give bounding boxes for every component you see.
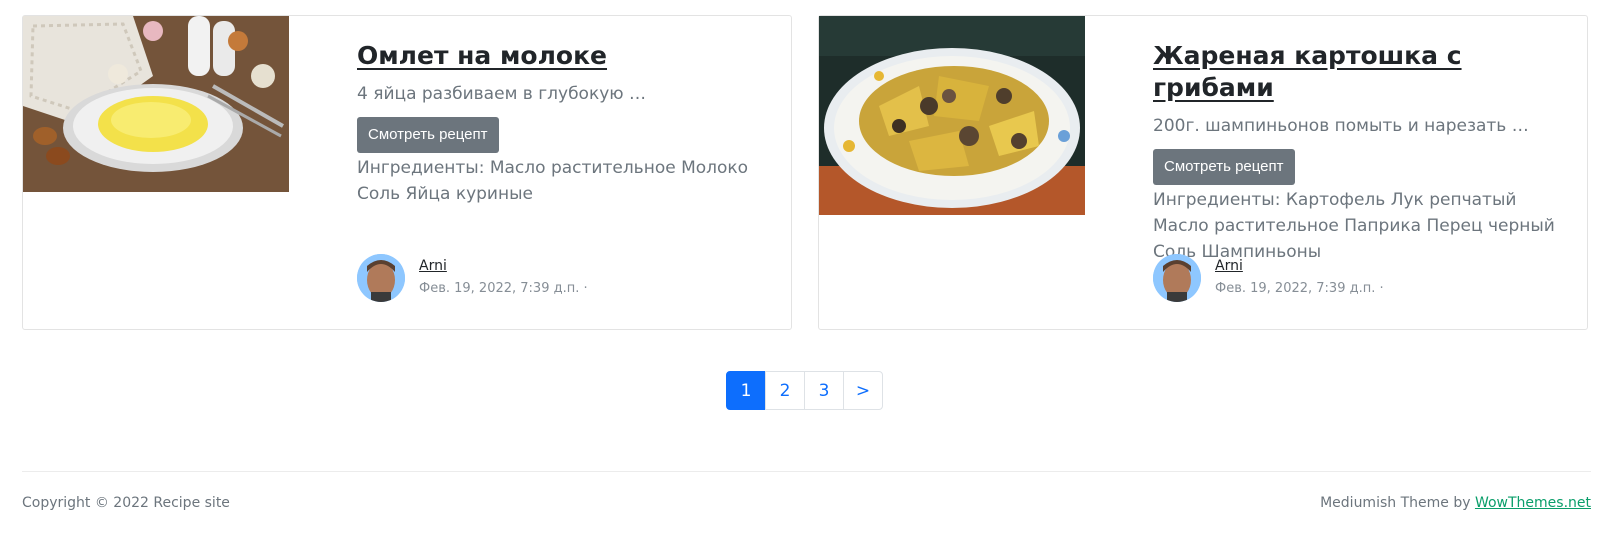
theme-credit-text: Mediumish Theme by xyxy=(1320,495,1471,511)
footer-divider xyxy=(22,471,1591,472)
page-link-2[interactable]: 2 xyxy=(765,371,805,410)
author-name-link[interactable]: Arni xyxy=(1215,258,1243,274)
recipe-image-potatoes[interactable] xyxy=(819,16,1085,215)
page-link-3[interactable]: 3 xyxy=(804,371,844,410)
footer-copyright: Copyright © 2022 Recipe site xyxy=(22,495,230,511)
view-recipe-button[interactable]: Смотреть рецепт xyxy=(1153,149,1295,185)
recipe-excerpt: 4 яйца разбиваем в глубокую … xyxy=(357,84,646,104)
recipe-image-omelette[interactable] xyxy=(23,16,289,192)
wowthemes-link[interactable]: WowThemes.net xyxy=(1475,495,1591,511)
recipe-ingredients: Ингредиенты: Картофель Лук репчатый Масл… xyxy=(1153,190,1555,262)
avatar[interactable] xyxy=(357,254,405,302)
pagination: 1 2 3 > xyxy=(726,371,883,410)
post-date: Фев. 19, 2022, 7:39 д.п. · xyxy=(419,281,588,296)
avatar[interactable] xyxy=(1153,254,1201,302)
recipe-title[interactable]: Омлет на молоке xyxy=(357,40,607,72)
author-name-link[interactable]: Arni xyxy=(419,258,447,274)
recipe-card: Омлет на молоке 4 яйца разбиваем в глубо… xyxy=(22,15,792,330)
recipe-card: Жареная картошка с грибами 200г. шампинь… xyxy=(818,15,1588,330)
post-date: Фев. 19, 2022, 7:39 д.п. · xyxy=(1215,281,1384,296)
recipe-excerpt: 200г. шампиньонов помыть и нарезать … xyxy=(1153,116,1529,136)
recipe-ingredients: Ингредиенты: Масло растительное Молоко С… xyxy=(357,158,749,204)
page-next-link[interactable]: > xyxy=(843,371,883,410)
recipe-title[interactable]: Жареная картошка с грибами xyxy=(1153,40,1567,104)
footer-theme-credit: Mediumish Theme by WowThemes.net xyxy=(1320,495,1591,511)
view-recipe-button[interactable]: Смотреть рецепт xyxy=(357,117,499,153)
page-link-1[interactable]: 1 xyxy=(726,371,766,410)
